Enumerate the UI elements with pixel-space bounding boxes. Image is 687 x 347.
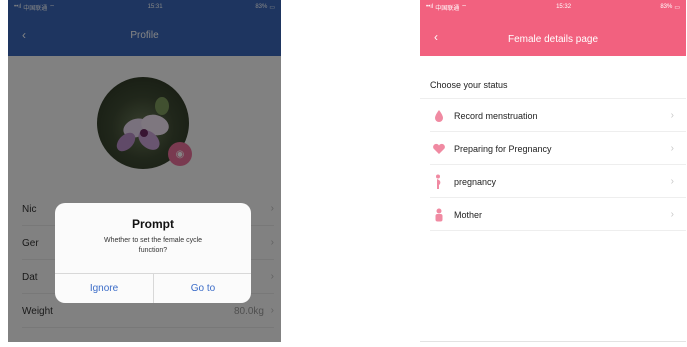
chevron-right-icon: › — [670, 176, 674, 187]
chevron-right-icon: › — [670, 143, 674, 154]
wifi-icon: ⌔ — [461, 5, 467, 11]
status-time: 15:32 — [556, 4, 572, 10]
dialog-message: Whether to set the female cycle function… — [103, 237, 203, 254]
status-item-preparing-pregnancy[interactable]: Preparing for Pregnancy › — [430, 133, 686, 165]
chevron-right-icon: › — [670, 209, 674, 220]
profile-screen: ••ıl 中国联通 ⌔ 15:31 83% ▭ ‹ Profile ◉ Nic — [8, 0, 281, 342]
signal-icon: ••ıl — [426, 4, 434, 10]
battery-percent: 83% — [660, 4, 673, 10]
divider — [420, 98, 686, 99]
divider — [420, 341, 686, 342]
chevron-right-icon: › — [670, 110, 674, 121]
page-title: Female details page — [507, 34, 599, 45]
pregnant-icon — [430, 173, 448, 191]
carrier-label: 中国联通 — [435, 5, 460, 12]
female-details-screen: ••ıl 中国联通 ⌔ 15:32 83% ▭ ‹ Female details… — [420, 0, 686, 342]
dialog-title: Prompt — [132, 217, 174, 231]
droplet-icon — [430, 107, 448, 125]
prompt-dialog: Prompt Whether to set the female cycle f… — [55, 203, 251, 303]
battery-icon: ▭ — [674, 4, 680, 11]
list-item-label: Record menstruation — [454, 110, 538, 121]
status-item-record-menstruation[interactable]: Record menstruation › — [430, 100, 686, 132]
female-nav-bar: ••ıl 中国联通 ⌔ 15:32 83% ▭ ‹ Female details… — [420, 0, 686, 56]
status-item-pregnancy[interactable]: pregnancy › — [430, 166, 686, 198]
list-item-label: Preparing for Pregnancy — [454, 143, 552, 154]
mother-icon — [430, 206, 448, 224]
go-to-button[interactable]: Go to — [154, 274, 251, 303]
section-title: Choose your status — [430, 80, 508, 90]
status-item-mother[interactable]: Mother › — [430, 199, 686, 231]
status-bar: ••ıl 中国联通 ⌔ 15:32 83% ▭ — [420, 0, 686, 14]
ignore-button[interactable]: Ignore — [55, 274, 153, 303]
list-item-label: Mother — [454, 209, 483, 220]
heart-icon — [430, 140, 448, 158]
list-item-label: pregnancy — [454, 176, 497, 187]
